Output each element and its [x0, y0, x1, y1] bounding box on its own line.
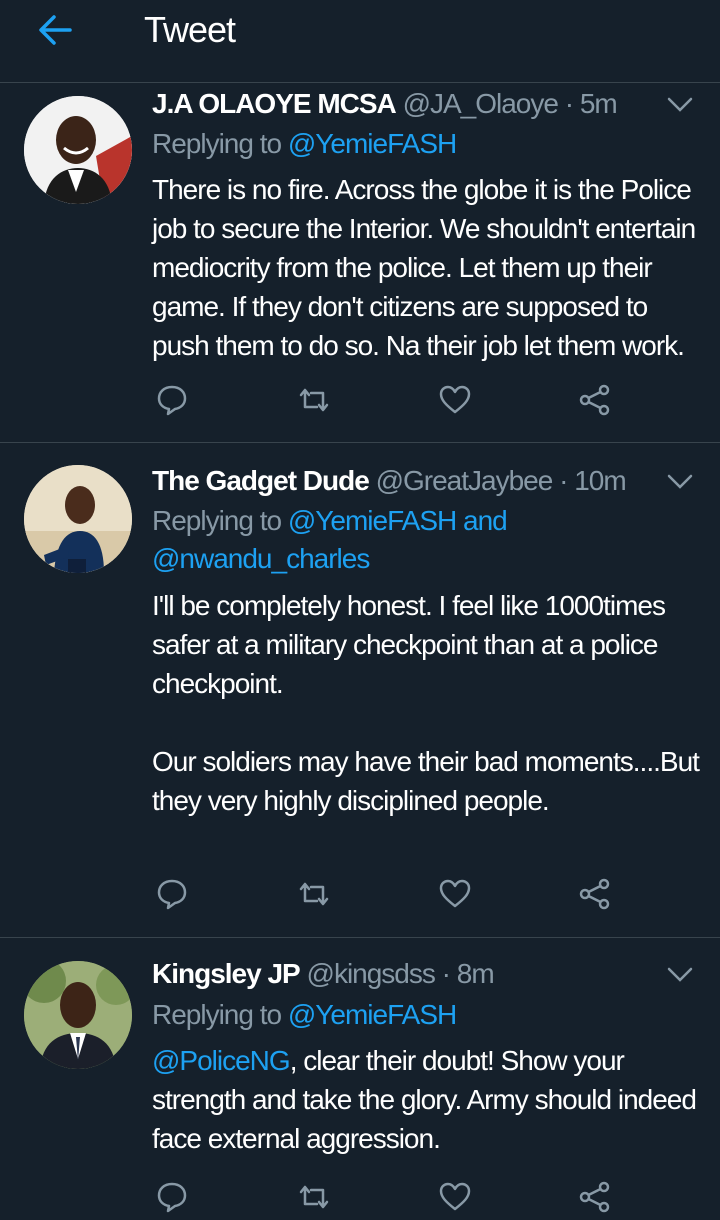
- separator: ·: [441, 958, 451, 989]
- mention-link[interactable]: @PoliceNG: [152, 1045, 291, 1076]
- arrow-left-icon[interactable]: [36, 10, 76, 50]
- share-icon[interactable]: [578, 383, 612, 417]
- tweet-text: I'll be completely honest. I feel like 1…: [152, 590, 700, 816]
- page-title: Tweet: [144, 9, 236, 50]
- replying-to: Replying to @YemieFASH and @nwandu_charl…: [152, 502, 700, 578]
- chevron-down-icon[interactable]: [666, 95, 694, 115]
- tweet-2[interactable]: The Gadget Dude @GreatJaybee · 10m Reply…: [0, 443, 720, 938]
- user-handle[interactable]: @JA_Olaoye: [403, 88, 559, 119]
- user-handle[interactable]: @GreatJaybee: [376, 465, 554, 496]
- separator: ·: [564, 88, 574, 119]
- separator: ·: [559, 465, 568, 496]
- tweet-actions: [0, 877, 720, 917]
- timestamp[interactable]: 8m: [457, 958, 495, 989]
- reply-mention[interactable]: @YemieFASH: [288, 999, 457, 1030]
- replying-prefix: Replying to: [152, 505, 282, 536]
- display-name[interactable]: J.A OLAOYE MCSA: [152, 88, 397, 119]
- chevron-down-icon[interactable]: [666, 472, 694, 492]
- tweet-header: The Gadget Dude @GreatJaybee · 10m: [152, 462, 660, 500]
- tweet-actions: [0, 383, 720, 423]
- comment-icon[interactable]: [155, 877, 189, 911]
- heart-icon[interactable]: [438, 877, 472, 911]
- heart-icon[interactable]: [438, 383, 472, 417]
- reply-mention[interactable]: @YemieFASH: [288, 128, 457, 159]
- user-handle[interactable]: @kingsdss: [307, 958, 436, 989]
- share-icon[interactable]: [578, 877, 612, 911]
- retweet-icon[interactable]: [297, 383, 331, 417]
- display-name[interactable]: Kingsley JP: [152, 958, 301, 989]
- retweet-icon[interactable]: [297, 1180, 331, 1214]
- retweet-icon[interactable]: [297, 877, 331, 911]
- replying-to: Replying to @YemieFASH: [152, 996, 700, 1034]
- tweet-actions: [0, 1180, 720, 1220]
- share-icon[interactable]: [578, 1180, 612, 1214]
- heart-icon[interactable]: [438, 1180, 472, 1214]
- avatar[interactable]: [24, 465, 132, 573]
- tweet-header: J.A OLAOYE MCSA @JA_Olaoye · 5m: [152, 85, 660, 123]
- timestamp[interactable]: 10m: [574, 465, 626, 496]
- tweet-1[interactable]: J.A OLAOYE MCSA @JA_Olaoye · 5m Replying…: [0, 83, 720, 443]
- tweet-3[interactable]: Kingsley JP @kingsdss · 8m Replying to @…: [0, 938, 720, 1213]
- replying-to: Replying to @YemieFASH: [152, 125, 700, 163]
- timestamp[interactable]: 5m: [580, 88, 618, 119]
- avatar[interactable]: [24, 961, 132, 1069]
- replying-prefix: Replying to: [152, 999, 282, 1030]
- tweet-header: Kingsley JP @kingsdss · 8m: [152, 955, 660, 993]
- comment-icon[interactable]: [155, 1180, 189, 1214]
- comment-icon[interactable]: [155, 383, 189, 417]
- tweet-text: There is no fire. Across the globe it is…: [152, 174, 702, 361]
- avatar[interactable]: [24, 96, 132, 204]
- chevron-down-icon[interactable]: [666, 965, 694, 985]
- top-bar: Tweet: [0, 0, 720, 83]
- tweet-text: @PoliceNG, clear their doubt! Show your …: [152, 1041, 700, 1158]
- replying-prefix: Replying to: [152, 128, 282, 159]
- display-name[interactable]: The Gadget Dude: [152, 465, 370, 496]
